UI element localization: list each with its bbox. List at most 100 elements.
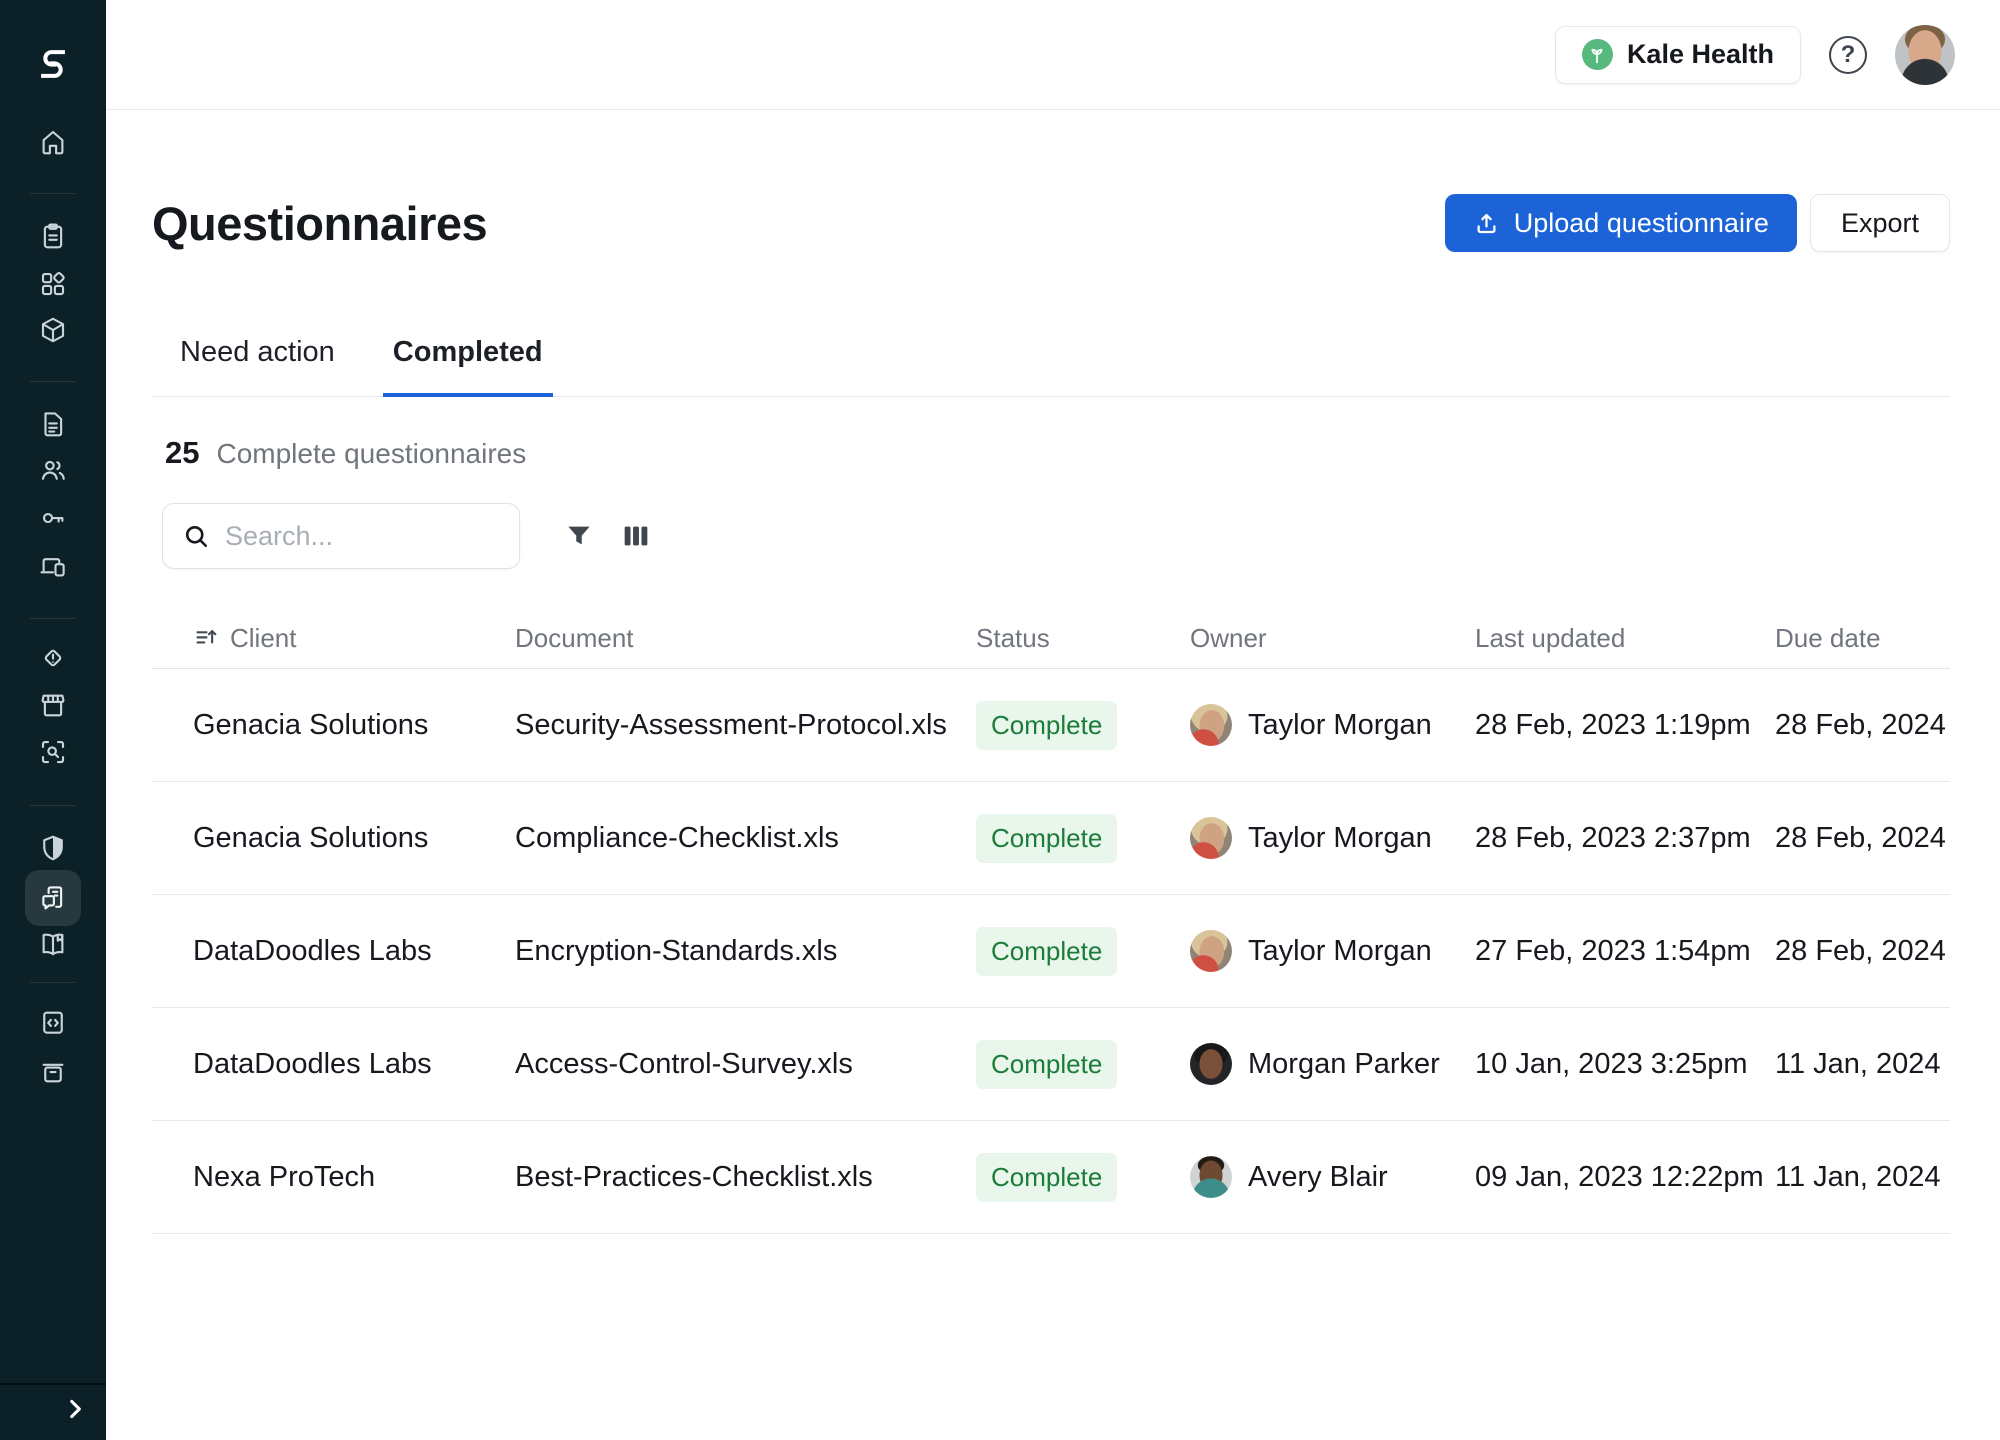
top-bar: Kale Health ?	[106, 0, 2000, 110]
status-cell: Complete	[976, 1153, 1190, 1202]
sidebar	[0, 0, 106, 1440]
questionnaire-icon[interactable]	[38, 883, 68, 913]
scan-search-icon[interactable]	[38, 737, 68, 767]
shield-icon[interactable]	[38, 833, 68, 863]
column-header-document[interactable]: Document	[515, 623, 976, 654]
client-cell: DataDoodles Labs	[193, 1048, 515, 1081]
sidebar-divider	[0, 1383, 106, 1385]
columns-icon[interactable]	[620, 520, 652, 552]
due-date-cell: 28 Feb, 2024	[1775, 935, 1950, 968]
tab-completed[interactable]: Completed	[383, 312, 553, 397]
document-cell: Best-Practices-Checklist.xls	[515, 1161, 976, 1194]
client-cell: DataDoodles Labs	[193, 935, 515, 968]
sidebar-divider	[30, 193, 76, 194]
document-cell: Compliance-Checklist.xls	[515, 822, 976, 855]
owner-name: Avery Blair	[1248, 1161, 1388, 1194]
status-cell: Complete	[976, 814, 1190, 863]
last-updated-cell: 10 Jan, 2023 3:25pm	[1475, 1048, 1775, 1081]
org-name: Kale Health	[1627, 39, 1774, 70]
org-switcher-button[interactable]: Kale Health	[1555, 26, 1801, 84]
questionnaire-table: Client Document Status Owner Last update…	[152, 609, 1950, 1234]
alert-diamond-icon[interactable]	[38, 643, 68, 673]
sidebar-divider	[30, 805, 76, 806]
code-clipboard-icon[interactable]	[38, 1007, 68, 1037]
client-cell: Genacia Solutions	[193, 709, 515, 742]
owner-name: Taylor Morgan	[1248, 709, 1432, 742]
last-updated-cell: 28 Feb, 2023 1:19pm	[1475, 709, 1775, 742]
app-logo-icon[interactable]	[31, 42, 75, 86]
due-date-cell: 28 Feb, 2024	[1775, 709, 1950, 742]
upload-questionnaire-button[interactable]: Upload questionnaire	[1445, 194, 1797, 252]
sort-icon	[193, 625, 220, 652]
column-header-last-updated[interactable]: Last updated	[1475, 623, 1775, 654]
storefront-icon[interactable]	[38, 690, 68, 720]
home-icon[interactable]	[38, 127, 68, 157]
archive-icon[interactable]	[38, 1056, 68, 1086]
status-badge: Complete	[976, 927, 1117, 976]
status-cell: Complete	[976, 701, 1190, 750]
devices-icon[interactable]	[38, 551, 68, 581]
sidebar-divider	[30, 618, 76, 619]
cube-icon[interactable]	[38, 315, 68, 345]
owner-avatar	[1190, 1043, 1232, 1085]
filter-icon[interactable]	[564, 521, 594, 551]
table-body: Genacia Solutions Security-Assessment-Pr…	[152, 669, 1950, 1234]
table-row[interactable]: Nexa ProTech Best-Practices-Checklist.xl…	[152, 1121, 1950, 1234]
status-badge: Complete	[976, 1040, 1117, 1089]
owner-name: Taylor Morgan	[1248, 822, 1432, 855]
search-icon	[181, 521, 211, 551]
sidebar-divider	[30, 381, 76, 382]
column-header-due-date[interactable]: Due date	[1775, 623, 1950, 654]
owner-cell: Taylor Morgan	[1190, 817, 1475, 859]
org-logo-icon	[1582, 39, 1613, 70]
document-cell: Access-Control-Survey.xls	[515, 1048, 976, 1081]
document-icon[interactable]	[38, 409, 68, 439]
table-row[interactable]: DataDoodles Labs Access-Control-Survey.x…	[152, 1008, 1950, 1121]
export-button[interactable]: Export	[1810, 194, 1950, 252]
search-box[interactable]	[162, 503, 520, 569]
due-date-cell: 11 Jan, 2024	[1775, 1161, 1950, 1194]
last-updated-cell: 28 Feb, 2023 2:37pm	[1475, 822, 1775, 855]
upload-icon	[1473, 210, 1500, 237]
document-cell: Security-Assessment-Protocol.xls	[515, 709, 976, 742]
questionnaire-count-label: Complete questionnaires	[216, 438, 526, 470]
main-content: Questionnaires Upload questionnaire Expo…	[106, 110, 2000, 1440]
due-date-cell: 11 Jan, 2024	[1775, 1048, 1950, 1081]
status-cell: Complete	[976, 927, 1190, 976]
owner-name: Morgan Parker	[1248, 1048, 1440, 1081]
table-header: Client Document Status Owner Last update…	[152, 609, 1950, 669]
expand-sidebar-chevron-icon[interactable]	[62, 1396, 88, 1422]
status-badge: Complete	[976, 814, 1117, 863]
book-icon[interactable]	[38, 929, 68, 959]
sidebar-divider	[30, 982, 76, 983]
page-title: Questionnaires	[152, 196, 487, 251]
owner-cell: Morgan Parker	[1190, 1043, 1475, 1085]
clipboard-icon[interactable]	[38, 221, 68, 251]
document-cell: Encryption-Standards.xls	[515, 935, 976, 968]
table-row[interactable]: Genacia Solutions Compliance-Checklist.x…	[152, 782, 1950, 895]
column-header-status[interactable]: Status	[976, 623, 1190, 654]
help-icon[interactable]: ?	[1829, 36, 1867, 74]
users-icon[interactable]	[38, 455, 68, 485]
owner-cell: Taylor Morgan	[1190, 704, 1475, 746]
column-header-client[interactable]: Client	[193, 623, 515, 654]
status-badge: Complete	[976, 701, 1117, 750]
status-badge: Complete	[976, 1153, 1117, 1202]
questionnaire-count: 25	[165, 435, 199, 471]
tab-need-action[interactable]: Need action	[178, 312, 337, 397]
user-avatar[interactable]	[1895, 25, 1955, 85]
due-date-cell: 28 Feb, 2024	[1775, 822, 1950, 855]
key-icon[interactable]	[38, 503, 68, 533]
status-cell: Complete	[976, 1040, 1190, 1089]
last-updated-cell: 09 Jan, 2023 12:22pm	[1475, 1161, 1775, 1194]
search-input[interactable]	[225, 521, 501, 552]
owner-name: Taylor Morgan	[1248, 935, 1432, 968]
owner-avatar	[1190, 930, 1232, 972]
column-header-owner[interactable]: Owner	[1190, 623, 1475, 654]
owner-cell: Avery Blair	[1190, 1156, 1475, 1198]
grid-icon[interactable]	[38, 269, 68, 299]
owner-avatar	[1190, 1156, 1232, 1198]
owner-cell: Taylor Morgan	[1190, 930, 1475, 972]
table-row[interactable]: DataDoodles Labs Encryption-Standards.xl…	[152, 895, 1950, 1008]
table-row[interactable]: Genacia Solutions Security-Assessment-Pr…	[152, 669, 1950, 782]
